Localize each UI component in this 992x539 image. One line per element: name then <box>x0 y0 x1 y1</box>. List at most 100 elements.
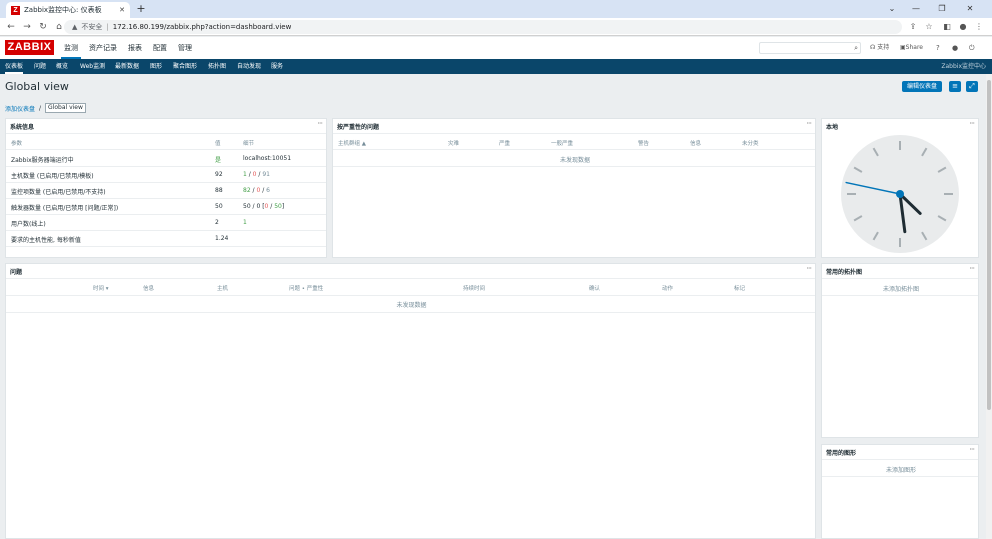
subnav-graphs[interactable]: 图形 <box>150 59 162 74</box>
back-icon[interactable]: ← <box>4 18 18 36</box>
no-data-text: 未发现数据 <box>396 302 427 309</box>
support-label: 支持 <box>877 44 890 51</box>
widget-menu-icon[interactable]: ··· <box>806 119 812 128</box>
table-row-detail: 82 / 0 / 6 <box>243 187 270 194</box>
col-header-disaster: 灾难 <box>448 141 460 147</box>
edit-dashboard-button[interactable]: 编辑仪表盘 <box>902 81 942 92</box>
table-row-value: 是 <box>215 157 222 164</box>
new-tab-icon[interactable]: + <box>134 1 148 17</box>
menu-administration[interactable]: 管理 <box>178 37 192 59</box>
widget-menu-icon[interactable]: ··· <box>969 445 975 454</box>
share-label: Share <box>905 44 923 51</box>
table-row-value: 50 <box>215 203 223 210</box>
subnav-discovery[interactable]: 自动发现 <box>237 59 261 74</box>
breadcrumb-add-dashboard[interactable]: 添加仪表盘 <box>5 104 35 113</box>
widget-menu-icon[interactable]: ··· <box>806 264 812 273</box>
col-header-host-group[interactable]: 主机群组 ▲ <box>338 139 366 147</box>
table-row-detail: 1 <box>243 219 247 226</box>
table-row-param: 主机数量 (已启用/已禁用/模板) <box>11 173 94 180</box>
menu-inventory[interactable]: 资产记录 <box>89 37 117 59</box>
problems-widget: 问题 ··· 时间 ▾ 信息 主机 问题 • 严重性 持续时间 确认 动作 标记… <box>5 263 816 539</box>
close-window-icon[interactable]: ✕ <box>958 0 982 18</box>
support-link[interactable]: ☊ 支持 <box>870 37 889 59</box>
clock-widget: 本地 ··· <box>821 118 979 258</box>
sign-out-icon[interactable]: ⏻ <box>969 37 975 59</box>
search-icon[interactable]: ⌕ <box>854 43 858 54</box>
menu-configuration[interactable]: 配置 <box>153 37 167 59</box>
fullscreen-icon[interactable]: ⤢ <box>966 81 978 92</box>
no-data-text: 未发现数据 <box>559 157 590 164</box>
zabbix-logo[interactable]: ZABBIX <box>5 40 54 55</box>
table-row-detail: localhost:10051 <box>243 155 292 162</box>
widget-menu-icon[interactable]: ··· <box>317 119 323 128</box>
subnav-maps[interactable]: 拓扑图 <box>208 59 226 74</box>
subnav-web[interactable]: Web监测 <box>80 59 105 74</box>
restore-icon[interactable]: ❐ <box>930 0 954 18</box>
analog-clock <box>841 135 959 253</box>
clock-center <box>896 190 904 198</box>
subnav-screens[interactable]: 聚合图形 <box>173 59 197 74</box>
widget-menu-icon[interactable]: ··· <box>969 264 975 273</box>
table-row-value: 92 <box>215 171 223 178</box>
close-tab-icon[interactable]: ✕ <box>119 6 125 14</box>
empty-text: 未添加拓扑图 <box>882 286 919 293</box>
col-header-average: 一般严重 <box>551 141 574 147</box>
widget-title: 按严重性的问题 <box>337 124 380 131</box>
share-link[interactable]: ▣Share <box>900 37 923 59</box>
browser-tab[interactable]: Z Zabbix监控中心: 仪表板 ✕ <box>6 2 130 18</box>
widget-title: 本地 <box>826 124 839 131</box>
table-row-value: 2 <box>215 219 219 226</box>
sidebar-icon[interactable]: ◧ <box>940 18 954 36</box>
subnav-latest-data[interactable]: 最新数据 <box>115 59 139 74</box>
share-page-icon[interactable]: ⇪ <box>906 18 920 36</box>
insecure-label: 不安全 <box>81 23 103 31</box>
table-row-value: 1.24 <box>215 235 229 242</box>
widget-title: 常用的图形 <box>826 450 857 457</box>
table-row-param: Zabbix服务器端运行中 <box>11 157 74 164</box>
warning-icon: ▲ <box>72 23 78 31</box>
col-header-time[interactable]: 时间 ▾ <box>93 284 109 292</box>
forward-icon[interactable]: → <box>20 18 34 36</box>
breadcrumb-current[interactable]: Global view <box>45 103 86 113</box>
scrollbar-thumb[interactable] <box>987 80 991 410</box>
col-header-detail: 细节 <box>243 141 255 147</box>
browser-tab-strip <box>0 0 992 18</box>
col-header-info: 信息 <box>690 141 702 147</box>
widget-title: 常用的拓扑图 <box>826 269 863 276</box>
search-input[interactable]: ⌕ <box>759 42 861 54</box>
address-field[interactable]: ▲ 不安全 | 172.16.80.199/zabbix.php?action=… <box>64 20 902 34</box>
subnav-dashboard[interactable]: 仪表板 <box>5 59 24 74</box>
browser-tab-title: Zabbix监控中心: 仪表板 <box>24 6 102 14</box>
user-profile-icon[interactable]: ● <box>952 37 958 59</box>
subnav-problems[interactable]: 问题 <box>34 59 46 74</box>
chevron-down-icon[interactable]: ⌄ <box>880 0 904 18</box>
table-row-detail: 1 / 0 / 91 <box>243 171 270 178</box>
bookmark-star-icon[interactable]: ☆ <box>922 18 936 36</box>
favourite-graphs-widget: 常用的图形 ··· 未添加图形 <box>821 444 979 539</box>
menu-monitoring[interactable]: 监测 <box>61 37 81 59</box>
menu-reports[interactable]: 报表 <box>128 37 142 59</box>
profile-icon[interactable]: ● <box>956 18 970 36</box>
col-header-duration: 持续时间 <box>463 286 486 292</box>
subnav-overview[interactable]: 概览 <box>56 59 68 74</box>
table-row-param: 触发器数量 (已启用/已禁用 [问题/正常]) <box>11 205 119 212</box>
minimize-icon[interactable]: — <box>904 0 928 18</box>
col-header-tags: 标记 <box>734 286 746 292</box>
widget-menu-icon[interactable]: ··· <box>969 119 975 128</box>
problems-by-severity-widget: 按严重性的问题 ··· 主机群组 ▲ 灾难 严重 一般严重 警告 信息 未分类 … <box>332 118 816 258</box>
dashboard-actions-icon[interactable]: ≡ <box>949 81 961 92</box>
col-header-ack: 确认 <box>589 286 601 292</box>
breadcrumb-separator: / <box>39 104 42 112</box>
col-header-param: 参数 <box>11 141 23 147</box>
col-header-value: 值 <box>215 141 221 147</box>
subnav-services[interactable]: 服务 <box>271 59 283 74</box>
url-text: 172.16.80.199/zabbix.php?action=dashboar… <box>112 23 292 31</box>
col-header-problem-severity: 问题 • 严重性 <box>289 286 324 292</box>
breadcrumb: 添加仪表盘 / Global view <box>5 103 86 113</box>
reload-icon[interactable]: ↻ <box>36 18 50 36</box>
browser-menu-icon[interactable]: ⋮ <box>972 18 986 36</box>
col-header-warning: 警告 <box>638 141 650 147</box>
table-row-param: 监控项数量 (已启用/已禁用/不支持) <box>11 189 106 196</box>
favourite-maps-widget: 常用的拓扑图 ··· 未添加拓扑图 <box>821 263 979 438</box>
help-link[interactable]: ? <box>936 37 940 59</box>
